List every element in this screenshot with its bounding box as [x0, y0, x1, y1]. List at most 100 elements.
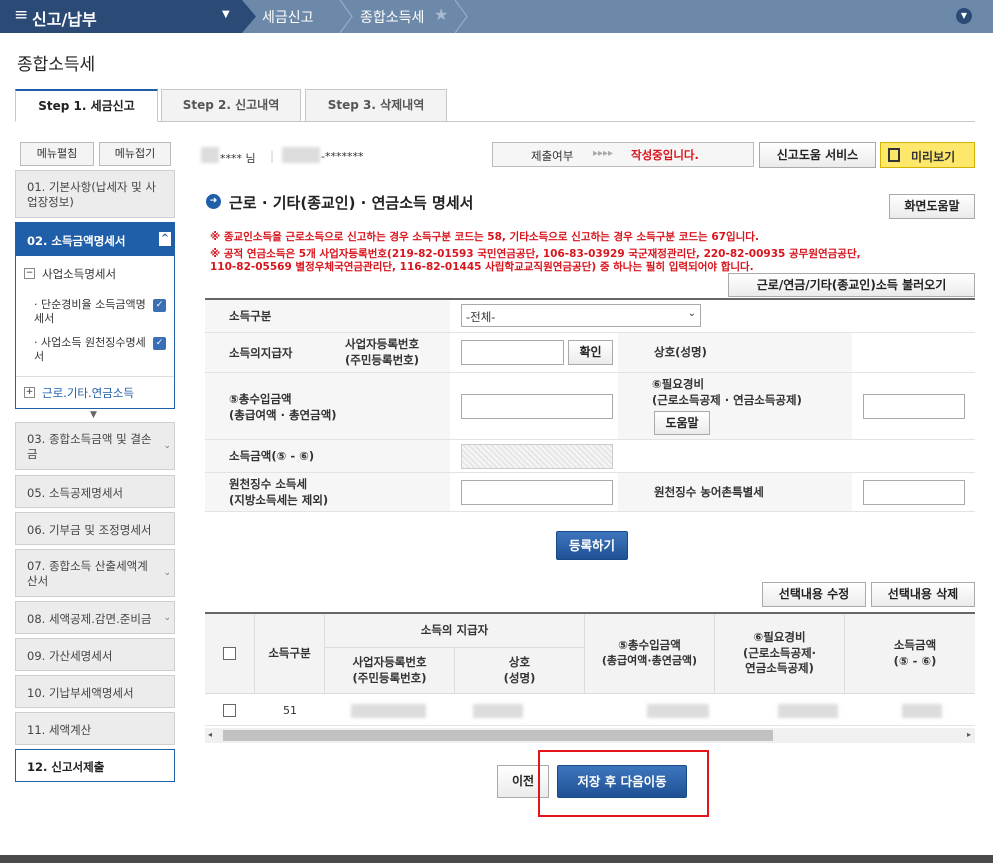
masked-expense [778, 704, 838, 718]
sidebar-item-12[interactable]: 12. 신고서제출 [15, 749, 175, 782]
withholding-input[interactable] [461, 480, 613, 505]
income-form: 소득구분 -전체- ⌄ 소득의지급자 사업자등록번호 (주민등록번호) 확인 상호… [205, 298, 975, 512]
tab-step3[interactable]: Step 3. 삭제내역 [305, 89, 447, 122]
income-type-select[interactable]: -전체- ⌄ [461, 304, 701, 327]
chevron-down-icon: ⌄ [687, 308, 696, 319]
bizno-input[interactable] [461, 340, 564, 365]
edit-selected-button[interactable]: 선택내용 수정 [762, 582, 866, 607]
table-row[interactable]: 51 [205, 694, 975, 726]
expense-input[interactable] [863, 394, 965, 419]
rural-tax-input[interactable] [863, 480, 965, 505]
form-row: ⑤총수입금액 (총급여액 · 총연금액) ⑥필요경비 (근로소득공제 · 연금소… [205, 373, 975, 440]
favorite-star-icon[interactable]: ★ [434, 5, 448, 24]
horizontal-scrollbar[interactable]: ◂ ▸ [205, 728, 975, 743]
collapse-minus-icon[interactable]: − [24, 268, 35, 279]
menu-collapse-button[interactable]: 메뉴접기 [99, 142, 171, 166]
help-button[interactable]: 도움말 [654, 411, 710, 435]
sidebar-item-06[interactable]: 06. 기부금 및 조정명세서 [15, 512, 175, 545]
rural-tax-label: 원천징수 농어촌특별세 [618, 473, 852, 511]
check-icon: ✓ [153, 299, 166, 312]
form-row: 소득금액(⑤ - ⑥) [205, 440, 975, 473]
header-expense-line2: (근로소득공제· [742, 645, 817, 660]
scroll-right-icon[interactable]: ▸ [967, 730, 971, 739]
caret-down-icon: ▼ [222, 9, 230, 20]
header-type: 소득구분 [255, 614, 325, 694]
withholding-label: 원천징수 소득세 [229, 477, 308, 491]
document-icon [888, 148, 900, 162]
menu-expand-button[interactable]: 메뉴펼침 [20, 142, 94, 166]
header-expense-line1: ⑥필요경비 [753, 630, 806, 645]
withholding-label-cell: 원천징수 소득세 (지방소득세는 제외) [205, 473, 450, 511]
bizno-label-sub: (주민등록번호) [345, 353, 419, 367]
expand-chevron-icon[interactable]: ▼ [956, 8, 972, 24]
expand-plus-icon[interactable]: + [24, 387, 35, 398]
status-label: 제출여부 [531, 149, 574, 163]
sidebar-item-11[interactable]: 11. 세액계산 [15, 712, 175, 745]
preview-button[interactable]: 미리보기 [880, 142, 975, 168]
form-row: 원천징수 소득세 (지방소득세는 제외) 원천징수 농어촌특별세 [205, 473, 975, 512]
notice-line-1: ※ 종교인소득을 근로소득으로 신고하는 경우 소득구분 코드는 58, 기타소… [210, 231, 759, 243]
register-button[interactable]: 등록하기 [556, 531, 628, 560]
total-income-input[interactable] [461, 394, 613, 419]
header-amount: 소득금액 (⑤ - ⑥) [845, 614, 975, 694]
scroll-left-icon[interactable]: ◂ [208, 730, 212, 739]
footer-bar [0, 855, 993, 863]
sidebar-sub-panel: − 사업소득명세서 · 단순경비율 소득금액명세서 ✓ · 사업소득 원천징수명… [15, 256, 175, 409]
masked-bizno [351, 704, 426, 718]
sub-item-withholding[interactable]: · 사업소득 원천징수명세서 [34, 336, 152, 364]
sidebar-item-08[interactable]: 08. 세액공제.감면.준비금 ⌄ [15, 601, 175, 634]
breadcrumb-tax-report[interactable]: 세금신고 [262, 7, 314, 27]
total-label: ⑤총수입금액 [229, 392, 292, 406]
notice-line-3: 110-82-05569 별정우체국연금관리단, 116-82-01445 사립… [210, 261, 754, 273]
tab-divider [15, 121, 975, 122]
arrow-down-icon: ▼ [90, 410, 97, 420]
masked-amount [902, 704, 942, 718]
confirm-button[interactable]: 확인 [568, 340, 613, 365]
sidebar-item-10[interactable]: 10. 기납부세액명세서 [15, 675, 175, 708]
user-id: -******* [321, 150, 364, 163]
tab-step2[interactable]: Step 2. 신고내역 [161, 89, 301, 122]
masked-name [473, 704, 523, 718]
tab-step1[interactable]: Step 1. 세금신고 [15, 89, 158, 122]
sidebar-item-09[interactable]: 09. 가산세명세서 [15, 638, 175, 671]
hamburger-icon: ≡ [14, 5, 29, 25]
masked-name [201, 147, 219, 163]
total-income-label-cell: ⑤총수입금액 (총급여액 · 총연금액) [205, 373, 450, 439]
masked-total [647, 704, 709, 718]
breadcrumb-income-tax[interactable]: 종합소득세 [360, 7, 424, 27]
separator: | [270, 149, 275, 163]
sidebar-item-02[interactable]: 02. 소득금액명세서 ^ [15, 222, 175, 257]
form-row: 소득구분 -전체- ⌄ [205, 300, 975, 333]
delete-selected-button[interactable]: 선택내용 삭제 [871, 582, 975, 607]
sidebar-item-03[interactable]: 03. 종합소득금액 및 결손금 ⌄ [15, 422, 175, 470]
sub-item-labor-etc[interactable]: 근로.기타.연금소득 [42, 385, 134, 401]
chevron-up-icon[interactable]: ^ [159, 232, 171, 246]
row-income-type: 51 [283, 704, 297, 717]
help-service-button[interactable]: 신고도움 서비스 [759, 142, 876, 168]
sidebar-item-07[interactable]: 07. 종합소득 산출세액계산서 ⌄ [15, 549, 175, 597]
screen-help-button[interactable]: 화면도움말 [889, 194, 975, 219]
header-total: ⑤총수입금액 (총급여액·총연금액) [585, 614, 715, 694]
masked-id [282, 147, 320, 163]
preview-label: 미리보기 [911, 150, 956, 164]
header-total-line1: ⑤총수입금액 [618, 638, 681, 653]
sub-item-simple-expense[interactable]: · 단순경비율 소득금액명세서 [34, 298, 152, 326]
income-list-table: 소득구분 소득의 지급자 사업자등록번호 (주민등록번호) 상호 (성명) ⑤총수입… [205, 612, 975, 727]
header-bizno-line2: (주민등록번호) [352, 670, 427, 685]
header-total-line2: (총급여액·총연금액) [601, 653, 698, 667]
scrollbar-thumb[interactable] [223, 730, 773, 741]
row-checkbox[interactable] [223, 704, 236, 717]
main-menu-dropdown[interactable]: ≡ 신고/납부 ▼ [0, 0, 242, 33]
sidebar-item-01[interactable]: 01. 기본사항(납세자 및 사업장정보) [15, 170, 175, 218]
header-expense-line3: 연금소득공제) [745, 661, 814, 676]
header-name-line2: (성명) [503, 670, 536, 685]
page-title: 종합소득세 [17, 55, 96, 75]
withholding-label-sub: (지방소득세는 제외) [229, 493, 329, 507]
form-row: 소득의지급자 사업자등록번호 (주민등록번호) 확인 상호(성명) [205, 333, 975, 373]
sidebar-item-05[interactable]: 05. 소득공제명세서 [15, 475, 175, 508]
submission-status: 제출여부 ▸▸▸▸ 작성중입니다. [492, 142, 754, 167]
arrow-right-icon: ➜ [206, 194, 221, 209]
load-income-button[interactable]: 근로/연금/기타(종교인)소득 불러오기 [728, 273, 975, 297]
header-amount-line2: (⑤ - ⑥) [893, 653, 937, 668]
select-all-checkbox[interactable] [223, 647, 236, 660]
